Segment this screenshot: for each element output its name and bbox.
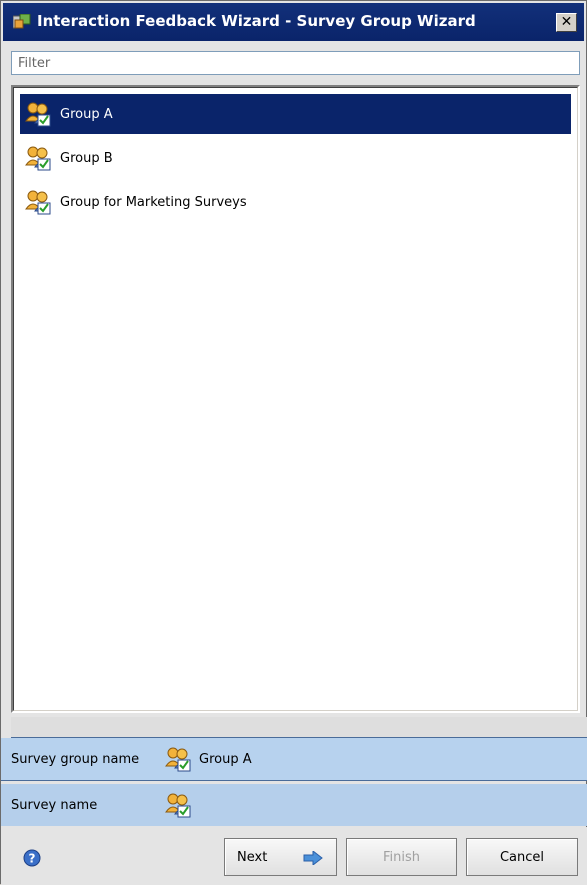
survey-group-name-label: Survey group name xyxy=(11,751,140,767)
arrow-right-icon xyxy=(303,851,323,865)
group-label: Group for Marketing Surveys xyxy=(60,194,247,210)
survey-group-icon xyxy=(165,747,191,772)
finish-button[interactable]: Finish xyxy=(346,838,457,876)
window-title: Interaction Feedback Wizard - Survey Gro… xyxy=(37,12,476,30)
survey-group-icon xyxy=(165,793,191,818)
next-button[interactable]: Next xyxy=(224,838,337,876)
list-item-group-a[interactable]: Group A xyxy=(20,94,571,134)
cancel-button[interactable]: Cancel xyxy=(466,838,578,876)
splitter-bar[interactable] xyxy=(11,717,587,738)
survey-name-row: Survey name xyxy=(1,784,587,826)
survey-group-icon xyxy=(25,146,51,171)
survey-group-list[interactable]: Group A Group B Group for Marketing Surv… xyxy=(11,85,580,713)
survey-group-name-text: Group A xyxy=(199,751,252,767)
group-label: Group B xyxy=(60,150,113,166)
survey-name-label: Survey name xyxy=(11,797,98,813)
list-item-group-marketing[interactable]: Group for Marketing Surveys xyxy=(20,182,571,222)
survey-group-name-row: Survey group name Group A xyxy=(1,738,587,781)
group-label: Group A xyxy=(60,106,113,122)
wizard-window: Interaction Feedback Wizard - Survey Gro… xyxy=(0,0,587,885)
list-item-group-b[interactable]: Group B xyxy=(20,138,571,178)
survey-group-name-value: Group A xyxy=(163,746,252,772)
survey-group-icon xyxy=(25,190,51,215)
svg-text:?: ? xyxy=(29,852,36,866)
next-button-label: Next xyxy=(237,850,268,865)
close-button[interactable]: ✕ xyxy=(556,13,577,32)
title-bar[interactable]: Interaction Feedback Wizard - Survey Gro… xyxy=(3,3,584,41)
wizard-app-icon xyxy=(13,14,31,29)
survey-name-value xyxy=(163,792,199,818)
help-icon[interactable]: ? xyxy=(23,849,41,867)
survey-group-icon xyxy=(25,102,51,127)
wizard-footer: ? Next Finish Cancel xyxy=(1,827,587,885)
filter-input[interactable] xyxy=(11,51,580,75)
